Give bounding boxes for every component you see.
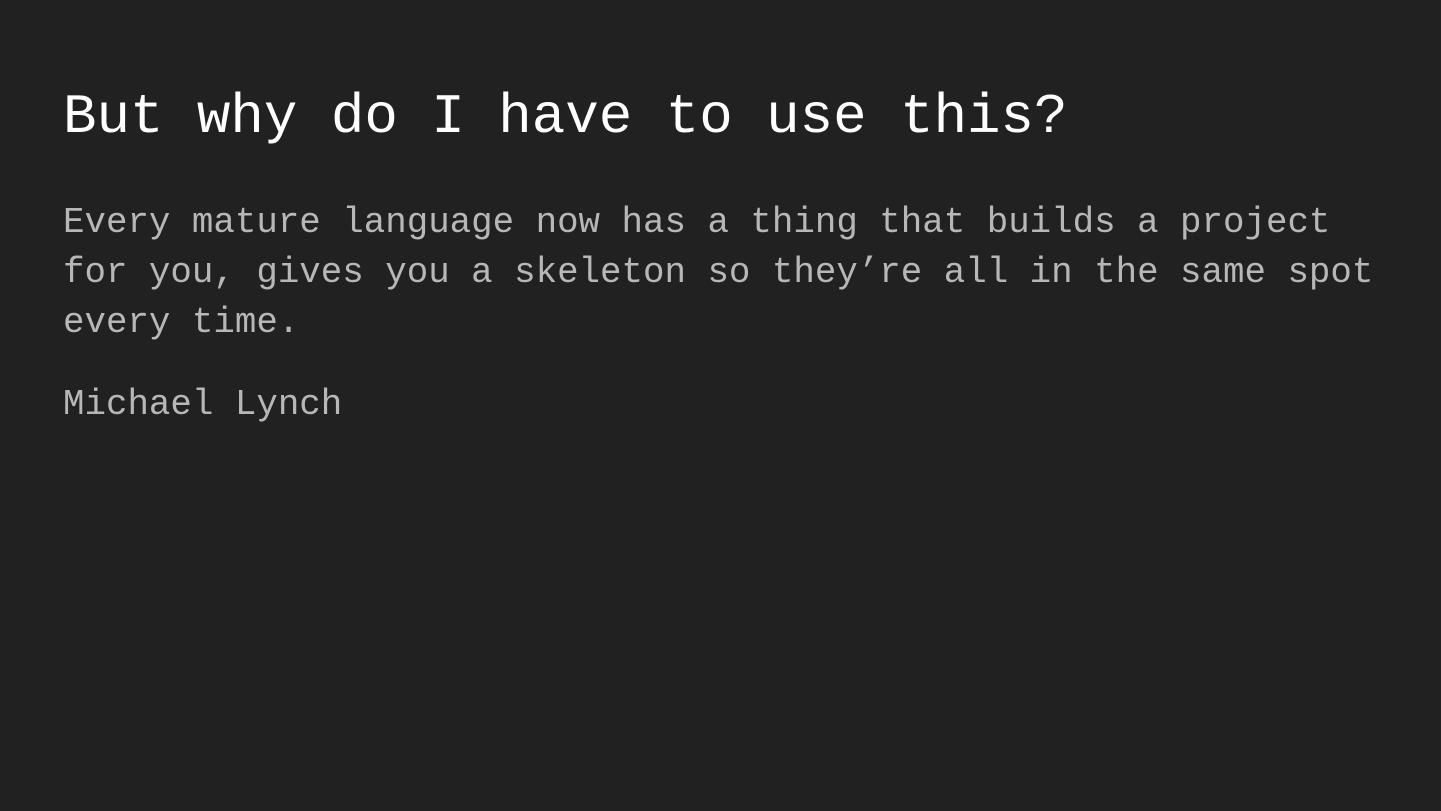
- quote-text: Every mature language now has a thing th…: [63, 202, 1374, 343]
- quote-author: Michael Lynch: [63, 384, 343, 425]
- slide: But why do I have to use this? Every mat…: [0, 0, 1441, 811]
- slide-title: But why do I have to use this?: [63, 86, 1068, 149]
